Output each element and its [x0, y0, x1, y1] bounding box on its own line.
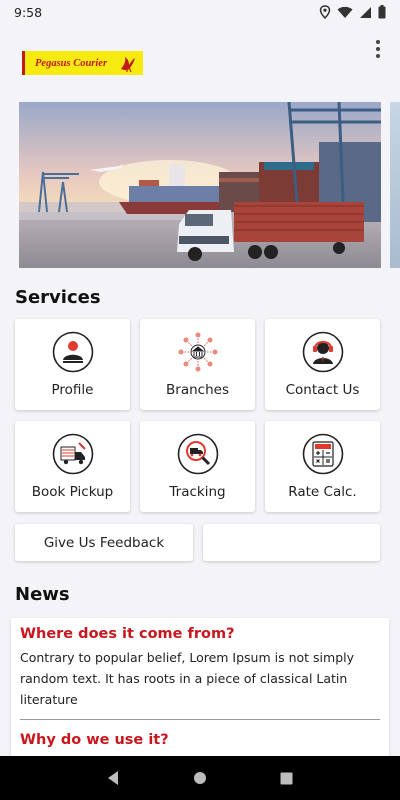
back-triangle-icon — [108, 771, 119, 785]
app-bar: Pegasus Courier — [0, 24, 400, 98]
service-card-tracking[interactable]: Tracking — [140, 421, 255, 512]
profile-icon — [52, 331, 93, 373]
give-feedback-label: Give Us Feedback — [43, 534, 165, 551]
news-title: News — [15, 584, 70, 605]
service-card-contact-us[interactable]: Contact Us — [265, 319, 380, 410]
wifi-icon — [337, 6, 353, 18]
back-button[interactable] — [101, 766, 125, 790]
home-button[interactable] — [188, 766, 212, 790]
menu-dot-icon — [376, 40, 380, 44]
logo-text: Pegasus Courier — [35, 57, 108, 69]
location-icon — [319, 5, 331, 19]
system-nav-bar — [0, 756, 400, 800]
battery-icon — [378, 5, 386, 19]
overflow-menu-button[interactable] — [370, 38, 386, 60]
news-divider — [20, 719, 380, 720]
banner-next-slide[interactable] — [390, 102, 400, 268]
service-label: Tracking — [169, 484, 226, 500]
give-feedback-button[interactable]: Give Us Feedback — [15, 524, 193, 561]
menu-dot-icon — [376, 47, 380, 51]
menu-dot-icon — [376, 54, 380, 58]
app-logo: Pegasus Courier — [22, 51, 143, 75]
service-card-book-pickup[interactable]: Book Pickup — [15, 421, 130, 512]
pickup-truck-icon — [52, 433, 93, 475]
service-label: Branches — [166, 382, 229, 398]
news-card: Where does it come from? Contrary to pop… — [11, 618, 389, 758]
service-label: Rate Calc. — [288, 484, 357, 500]
service-card-profile[interactable]: Profile — [15, 319, 130, 410]
tracking-icon — [177, 433, 218, 475]
banner-illustration — [19, 102, 381, 268]
status-time: 9:58 — [14, 4, 43, 20]
news-item-body: Contrary to popular belief, Lorem Ipsum … — [20, 650, 354, 707]
banner-image[interactable] — [19, 102, 381, 268]
service-label: Contact Us — [285, 382, 360, 398]
services-title: Services — [15, 287, 101, 308]
calculator-icon — [302, 433, 343, 475]
branches-icon — [178, 332, 217, 372]
home-circle-icon — [193, 772, 206, 784]
pegasus-logo-icon — [121, 57, 135, 73]
service-card-rate-calc[interactable]: Rate Calc. — [265, 421, 380, 512]
signal-icon — [360, 6, 371, 18]
recents-button[interactable] — [275, 766, 299, 790]
blank-button[interactable] — [203, 524, 380, 561]
recents-square-icon — [280, 772, 293, 784]
service-label: Profile — [51, 382, 94, 398]
status-icons — [319, 5, 386, 19]
news-item-title[interactable]: Why do we use it? — [20, 732, 169, 748]
status-bar: 9:58 — [0, 0, 400, 24]
service-card-branches[interactable]: Branches — [140, 319, 255, 410]
contact-support-icon — [302, 331, 343, 373]
service-label: Book Pickup — [31, 484, 114, 500]
news-item-title[interactable]: Where does it come from? — [20, 626, 234, 642]
